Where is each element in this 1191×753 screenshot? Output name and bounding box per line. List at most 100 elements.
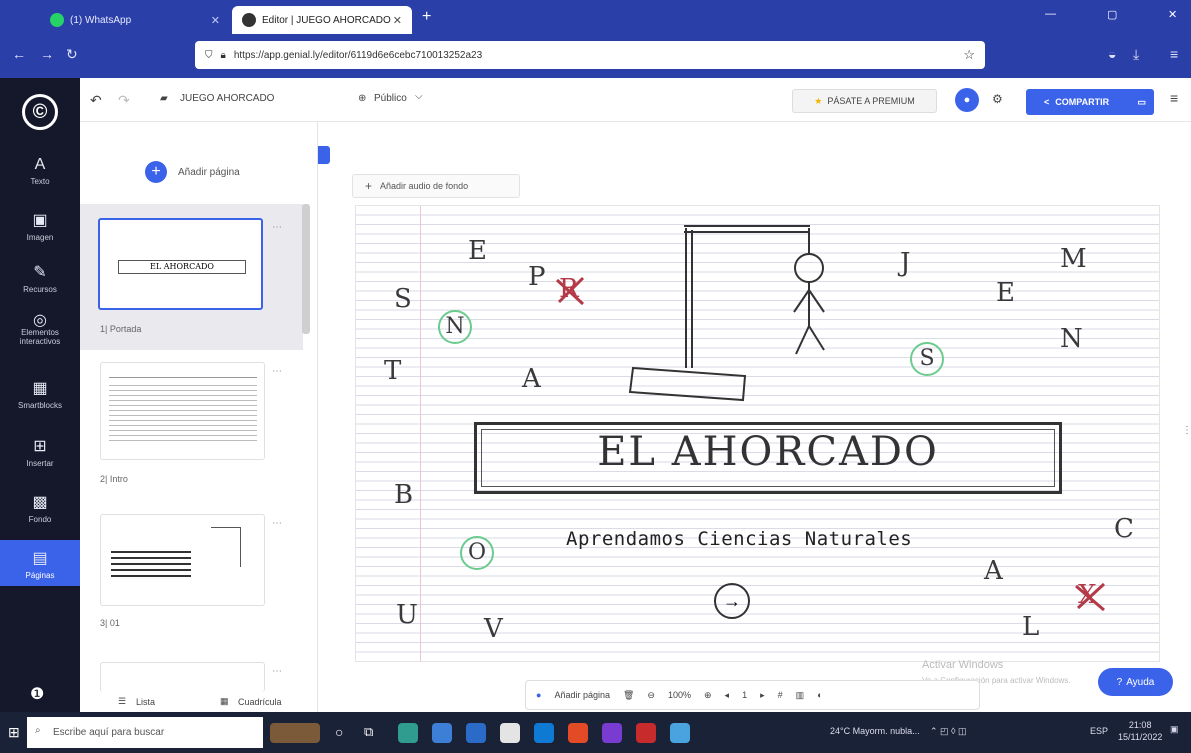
language-indicator[interactable]: ESP — [1090, 726, 1108, 736]
back-icon[interactable]: ← — [12, 46, 26, 62]
close-icon[interactable]: ✕ — [211, 14, 220, 27]
page-options-icon[interactable]: ⋯ — [272, 518, 282, 529]
panel-scrollbar[interactable] — [302, 204, 310, 334]
avatar[interactable]: ● — [955, 88, 979, 112]
undo-icon[interactable]: ↶ — [90, 92, 102, 109]
maximize-button[interactable]: ▢ — [1107, 8, 1117, 21]
settings-icon[interactable]: ⚙ — [992, 92, 1003, 106]
mail-icon[interactable] — [466, 723, 486, 743]
layers-icon[interactable]: ◐ — [817, 690, 822, 700]
letter-v[interactable]: V — [484, 614, 503, 644]
rail-item-image[interactable]: ▣ Imagen — [0, 210, 80, 242]
store-icon[interactable] — [432, 723, 452, 743]
tray-icons[interactable]: ⌃ ◰ ◊ ◫ — [930, 726, 967, 737]
close-icon[interactable]: ✕ — [393, 14, 402, 27]
letter-m[interactable]: M — [1060, 244, 1087, 274]
page-options-icon[interactable]: ⋯ — [272, 222, 282, 233]
app-icon[interactable] — [534, 723, 554, 743]
rail-item-text[interactable]: A Texto — [0, 156, 80, 186]
chevron-down-icon[interactable]: ⌵ — [415, 91, 423, 102]
rail-item-smartblocks[interactable]: ▦ Smartblocks — [0, 378, 80, 410]
taskbar-search[interactable]: ⌕ Escribe aquí para buscar — [27, 717, 263, 748]
layout-icon[interactable]: ▥ — [796, 690, 805, 701]
document-title[interactable]: JUEGO AHORCADO — [180, 93, 274, 104]
page-thumbnail-3[interactable] — [100, 514, 265, 606]
tab-editor[interactable]: Editor | JUEGO AHORCADO ✕ — [232, 6, 412, 34]
page-number[interactable]: 1 — [742, 690, 747, 700]
minimize-button[interactable]: — — [1045, 8, 1056, 20]
add-audio-button[interactable]: + Añadir audio de fondo — [352, 174, 520, 198]
list-view-icon[interactable]: ☰ — [118, 696, 126, 707]
menu-icon[interactable]: ≡ — [1170, 46, 1178, 62]
windows-start-icon[interactable]: ⊞ — [8, 724, 20, 741]
grid-icon[interactable]: # — [778, 690, 783, 700]
right-panel-handle[interactable]: ⋮ — [1182, 425, 1191, 436]
share-button[interactable]: < COMPARTIR ▭ — [1026, 89, 1154, 115]
prev-page-icon[interactable]: ◂ — [725, 690, 730, 701]
add-page-label[interactable]: Añadir página — [178, 167, 240, 178]
add-circle-icon[interactable]: ● — [536, 690, 541, 700]
reload-icon[interactable]: ↻ — [66, 46, 78, 63]
rail-item-pages[interactable]: ▤ Páginas — [0, 540, 80, 586]
page-options-icon[interactable]: ⋯ — [272, 666, 282, 677]
trash-icon[interactable]: 🗑︎ — [623, 690, 634, 701]
genially-logo[interactable]: © — [22, 94, 58, 130]
address-bar[interactable]: ⛉ 🔒︎ https://app.genial.ly/editor/6119d6… — [195, 41, 985, 69]
slide-subtitle[interactable]: Aprendamos Ciencias Naturales — [566, 528, 912, 550]
firefox-icon[interactable] — [602, 723, 622, 743]
help-icon[interactable]: ❶ — [30, 684, 44, 704]
office-icon[interactable] — [636, 723, 656, 743]
zoom-level[interactable]: 100% — [668, 690, 691, 700]
add-page-icon[interactable]: + — [145, 161, 167, 183]
letter-n-circled[interactable]: N — [438, 310, 472, 344]
page-thumbnail-4[interactable] — [100, 662, 265, 692]
chrome-icon[interactable] — [568, 723, 588, 743]
zoom-out-icon[interactable]: ⊖ — [647, 690, 655, 701]
photos-icon[interactable] — [670, 723, 690, 743]
forward-icon[interactable]: → — [40, 46, 54, 62]
panel-toggle-tab[interactable] — [318, 146, 330, 164]
letter-b[interactable]: B — [394, 480, 413, 510]
letter-l[interactable]: L — [1022, 612, 1039, 642]
letter-a[interactable]: A — [522, 364, 541, 394]
more-menu-icon[interactable]: ≡ — [1170, 90, 1178, 106]
premium-button[interactable]: ★ PÁSATE A PREMIUM — [792, 89, 937, 113]
rail-item-resources[interactable]: ✎ Recursos — [0, 262, 80, 294]
files-icon[interactable] — [500, 723, 520, 743]
letter-t[interactable]: T — [384, 356, 401, 386]
next-page-icon[interactable]: ▸ — [760, 690, 765, 701]
letter-o-circled[interactable]: O — [460, 536, 494, 570]
weather-tray[interactable]: 24°C Mayorm. nubla... — [830, 726, 920, 736]
weather-widget-icon[interactable] — [270, 723, 320, 743]
tab-whatsapp[interactable]: (1) WhatsApp ✕ — [40, 6, 230, 34]
page-thumbnail-1[interactable]: EL AHORCADO — [98, 218, 263, 310]
clock[interactable]: 21:08 15/11/2022 — [1118, 719, 1162, 743]
edge-icon[interactable] — [398, 723, 418, 743]
letter-e-right[interactable]: E — [996, 278, 1015, 308]
close-window-button[interactable]: ✕ — [1168, 8, 1177, 21]
cortana-icon[interactable]: ○ — [335, 724, 343, 740]
letter-a-right[interactable]: A — [984, 556, 1003, 586]
visibility-select[interactable]: Público — [374, 93, 407, 104]
pocket-icon[interactable]: ◒ — [1108, 46, 1116, 62]
notifications-icon[interactable]: ▣ — [1170, 724, 1179, 735]
task-view-icon[interactable]: ⧉ — [364, 724, 373, 740]
list-view-label[interactable]: Lista — [136, 697, 155, 707]
slide-title[interactable]: EL AHORCADO — [477, 429, 1059, 475]
zoom-in-icon[interactable]: ⊕ — [704, 690, 712, 701]
letter-u[interactable]: U — [396, 600, 418, 630]
grid-view-label[interactable]: Cuadrícula — [238, 697, 282, 707]
present-icon[interactable]: ▭ — [1137, 97, 1146, 108]
letter-c[interactable]: C — [1114, 514, 1134, 544]
letter-s[interactable]: S — [394, 284, 412, 314]
letter-x-crossed[interactable]: X — [1075, 580, 1106, 612]
rail-item-background[interactable]: ▩ Fondo — [0, 492, 80, 524]
letter-r-crossed[interactable]: R — [555, 274, 585, 306]
grid-view-icon[interactable]: ▦ — [220, 696, 229, 707]
next-arrow-button[interactable]: → — [714, 583, 750, 619]
redo-icon[interactable]: ↷ — [118, 92, 130, 109]
bookmark-star-icon[interactable]: ☆ — [963, 47, 975, 63]
letter-j[interactable]: J — [900, 248, 910, 278]
letter-n-right[interactable]: N — [1060, 324, 1083, 354]
download-icon[interactable]: ⤓ — [1133, 46, 1139, 63]
